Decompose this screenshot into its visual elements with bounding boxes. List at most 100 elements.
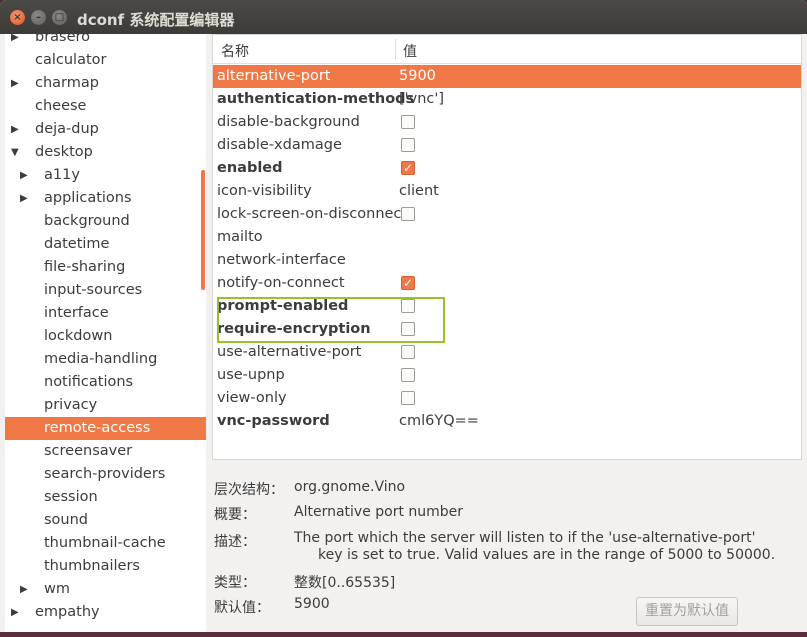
tree-item-wm[interactable]: ▶ wm: [5, 578, 206, 601]
tree-item-label: remote-access: [44, 420, 151, 436]
tree-item-brasero[interactable]: ▶ brasero: [5, 34, 206, 49]
highlight-annotation-box: [217, 297, 445, 343]
tree-item-label: search-providers: [44, 466, 166, 482]
tree-item-screensaver[interactable]: screensaver: [5, 440, 206, 463]
tree-item-session[interactable]: session: [5, 486, 206, 509]
tree-item-label: empathy: [35, 604, 100, 620]
tree-item-calculator[interactable]: calculator: [5, 49, 206, 72]
default-value: 5900: [294, 596, 330, 612]
tree-scrollbar[interactable]: [201, 170, 205, 290]
key-row-use-upnp[interactable]: use-upnp: [213, 364, 801, 387]
tree-item-applications[interactable]: ▶ applications: [5, 187, 206, 210]
tree-item-datetime[interactable]: datetime: [5, 233, 206, 256]
tree-item-a11y[interactable]: ▶ a11y: [5, 164, 206, 187]
tree-item-label: background: [44, 213, 130, 229]
desktop-background: [0, 632, 807, 637]
key-row-mailto[interactable]: mailto: [213, 226, 801, 249]
minimize-icon: –: [36, 12, 41, 23]
key-row-disable-background[interactable]: disable-background: [213, 111, 801, 134]
reset-to-default-button[interactable]: 重置为默认值: [636, 597, 738, 626]
tree-item-desktop[interactable]: ▼ desktop: [5, 141, 206, 164]
key-value[interactable]: 5900: [399, 65, 436, 88]
key-row-notify-on-connect[interactable]: notify-on-connect ✓: [213, 272, 801, 295]
expander-right-icon[interactable]: ▶: [11, 118, 19, 141]
title-bar[interactable]: × – □ dconf 系统配置编辑器: [0, 0, 807, 34]
tree-item-empathy[interactable]: ▶ empathy: [5, 601, 206, 624]
tree-item-background[interactable]: background: [5, 210, 206, 233]
minimize-button[interactable]: –: [31, 10, 46, 25]
key-checkbox[interactable]: [401, 391, 415, 405]
tree-item-input-sources[interactable]: input-sources: [5, 279, 206, 302]
tree-item-charmap[interactable]: ▶ charmap: [5, 72, 206, 95]
tree-item-lockdown[interactable]: lockdown: [5, 325, 206, 348]
tree-item-cheese[interactable]: cheese: [5, 95, 206, 118]
expander-right-icon[interactable]: ▶: [20, 187, 28, 210]
keys-table[interactable]: 名称 值 alternative-port 5900 authentication-…: [212, 34, 802, 460]
key-row-vnc-password[interactable]: vnc-password cml6YQ==: [213, 410, 801, 433]
maximize-icon: □: [54, 12, 65, 23]
key-value[interactable]: ['vnc']: [399, 88, 444, 111]
tree-item-media-handling[interactable]: media-handling: [5, 348, 206, 371]
checkmark-icon: ✓: [402, 161, 414, 175]
key-row-authentication-methods[interactable]: authentication-methods ['vnc']: [213, 88, 801, 111]
tree-item-label: applications: [44, 190, 132, 206]
key-row-view-only[interactable]: view-only: [213, 387, 801, 410]
tree-item-label: deja-dup: [35, 121, 99, 137]
tree-item-privacy[interactable]: privacy: [5, 394, 206, 417]
tree-item-search-providers[interactable]: search-providers: [5, 463, 206, 486]
key-row-network-interface[interactable]: network-interface: [213, 249, 801, 272]
tree-item-remote-access[interactable]: remote-access: [5, 417, 206, 440]
expander-down-icon[interactable]: ▼: [11, 141, 19, 164]
expander-right-icon[interactable]: ▶: [11, 34, 19, 49]
key-checkbox[interactable]: ✓: [401, 276, 415, 290]
key-name: notify-on-connect: [217, 275, 345, 291]
column-header-name[interactable]: 名称: [221, 41, 249, 61]
key-name: use-upnp: [217, 367, 285, 383]
close-icon: ×: [13, 12, 22, 23]
tree-item-label: interface: [44, 305, 109, 321]
tree-item-file-sharing[interactable]: file-sharing: [5, 256, 206, 279]
key-row-use-alternative-port[interactable]: use-alternative-port: [213, 341, 801, 364]
key-checkbox[interactable]: [401, 138, 415, 152]
key-checkbox[interactable]: [401, 115, 415, 129]
key-row-disable-xdamage[interactable]: disable-xdamage: [213, 134, 801, 157]
tree-item-label: a11y: [44, 167, 80, 183]
key-name: use-alternative-port: [217, 344, 362, 360]
key-row-icon-visibility[interactable]: icon-visibility client: [213, 180, 801, 203]
key-checkbox[interactable]: [401, 368, 415, 382]
key-value[interactable]: cml6YQ==: [399, 410, 479, 433]
expander-right-icon[interactable]: ▶: [20, 164, 28, 187]
tree-item-label: datetime: [44, 236, 110, 252]
schema-tree[interactable]: ▶ brasero calculator ▶ charmap cheese ▶ deja-du…: [5, 34, 206, 632]
key-name: disable-xdamage: [217, 137, 342, 153]
tree-item-label: notifications: [44, 374, 134, 390]
tree-item-thumbnail-cache[interactable]: thumbnail-cache: [5, 532, 206, 555]
key-checkbox[interactable]: [401, 345, 415, 359]
key-value[interactable]: client: [399, 180, 439, 203]
expander-right-icon[interactable]: ▶: [11, 72, 19, 95]
key-checkbox[interactable]: [401, 207, 415, 221]
tree-item-notifications[interactable]: notifications: [5, 371, 206, 394]
schema-value: org.gnome.Vino: [294, 479, 406, 495]
maximize-button[interactable]: □: [52, 10, 67, 25]
schema-label: 层次结构：: [214, 482, 284, 498]
tree-item-label: file-sharing: [44, 259, 126, 275]
key-row-lock-screen-on-disconnect[interactable]: lock-screen-on-disconnect: [213, 203, 801, 226]
dconf-editor-window: × – □ dconf 系统配置编辑器 ▶ brasero calculator ▶ c…: [0, 0, 807, 637]
tree-item-sound[interactable]: sound: [5, 509, 206, 532]
description-line-1: The port which the server will listen to…: [294, 530, 756, 546]
column-separator[interactable]: [395, 39, 396, 60]
key-row-alternative-port[interactable]: alternative-port 5900: [213, 65, 801, 88]
key-row-enabled[interactable]: enabled ✓: [213, 157, 801, 180]
tree-item-label: thumbnail-cache: [44, 535, 166, 551]
tree-item-deja-dup[interactable]: ▶ deja-dup: [5, 118, 206, 141]
tree-item-thumbnailers[interactable]: thumbnailers: [5, 555, 206, 578]
expander-right-icon[interactable]: ▶: [11, 601, 19, 624]
key-name: lock-screen-on-disconnect: [217, 206, 408, 222]
expander-right-icon[interactable]: ▶: [20, 578, 28, 601]
tree-item-label: sound: [44, 512, 89, 528]
tree-item-interface[interactable]: interface: [5, 302, 206, 325]
key-checkbox[interactable]: ✓: [401, 161, 415, 175]
close-button[interactable]: ×: [10, 10, 25, 25]
column-header-value[interactable]: 值: [403, 41, 417, 61]
